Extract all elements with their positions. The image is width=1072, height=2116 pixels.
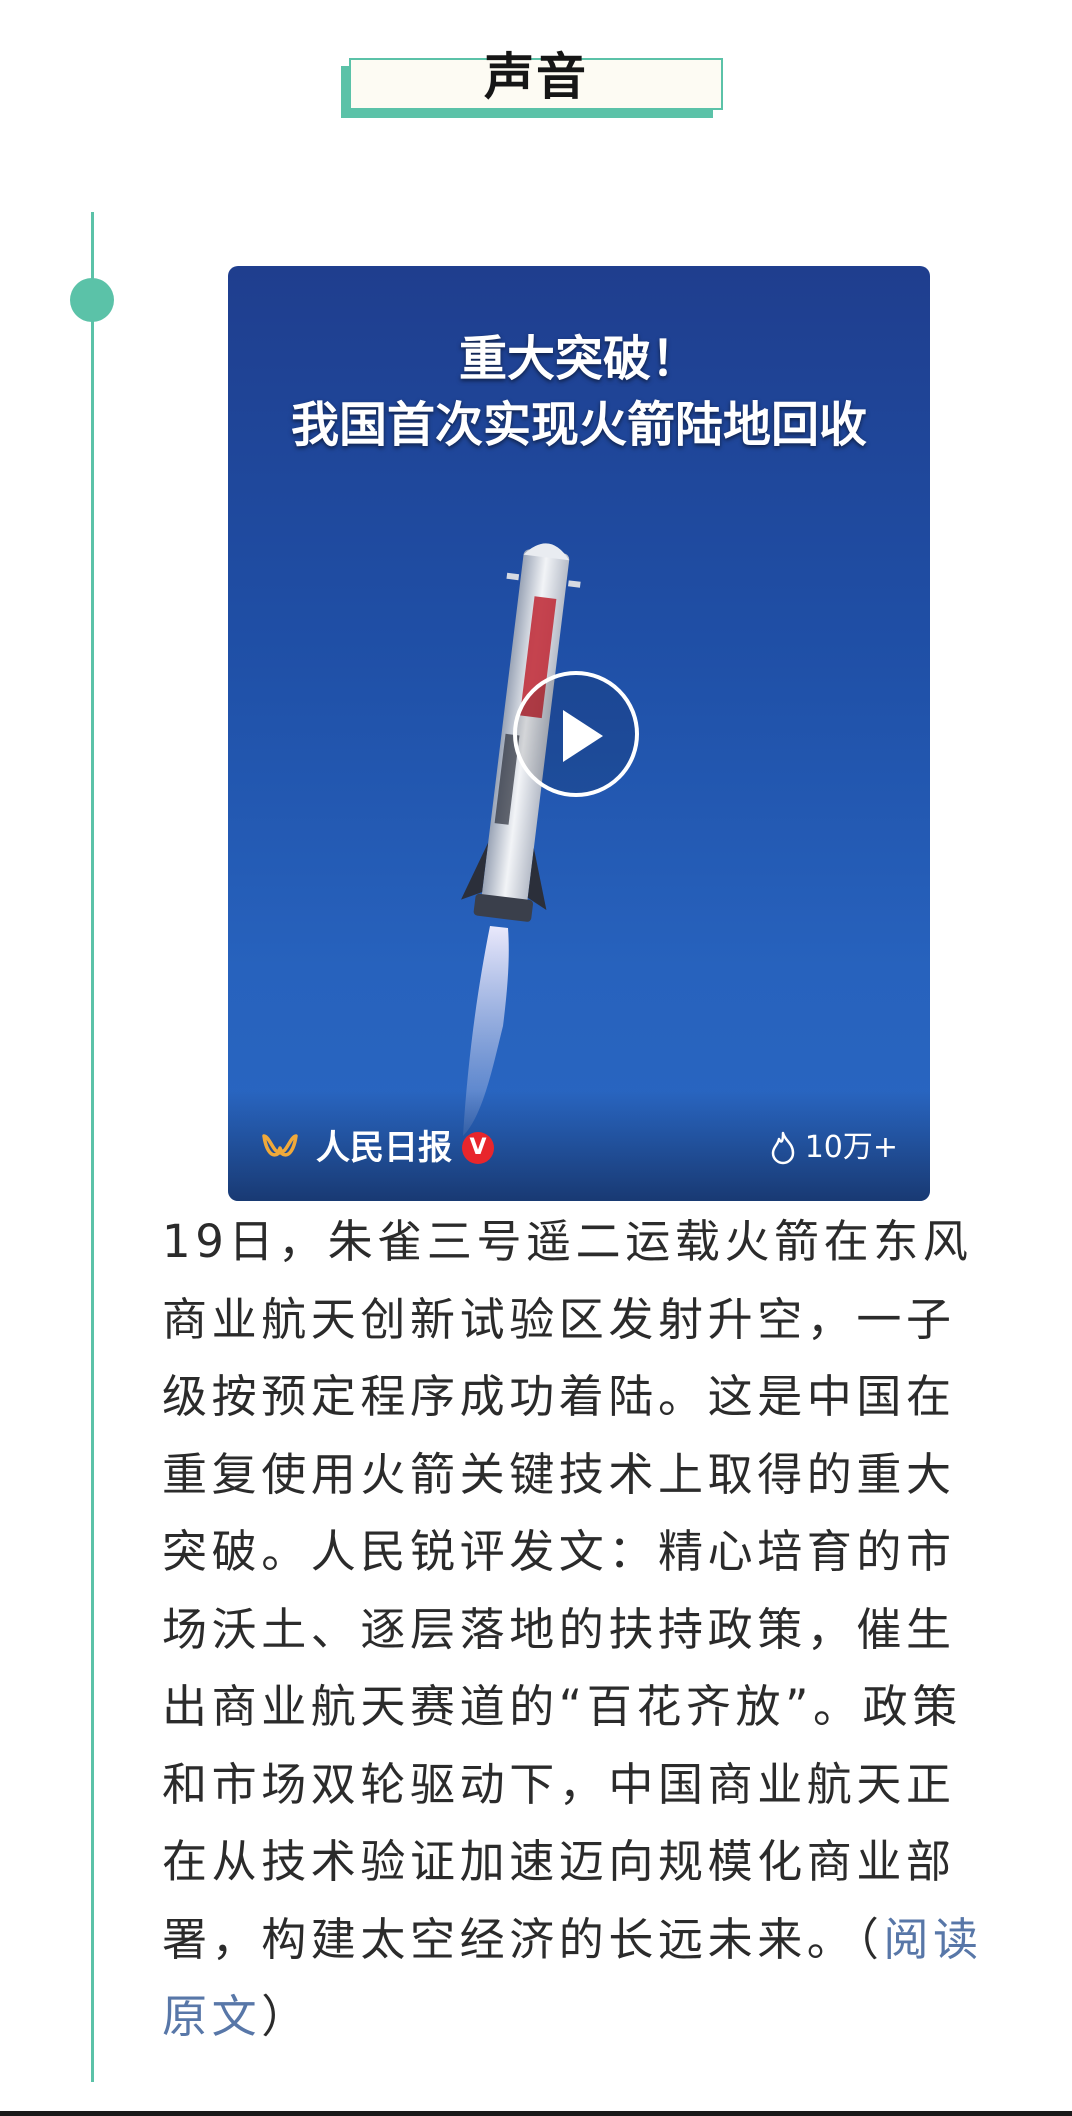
headline-line-2: 我国首次实现火箭陆地回收 xyxy=(290,397,867,453)
verified-badge-icon: V xyxy=(462,1132,494,1164)
source-name: 人民日报 xyxy=(316,1128,452,1168)
likes-count: 10万+ xyxy=(804,1130,898,1165)
play-button[interactable] xyxy=(513,671,639,797)
timeline-dot xyxy=(70,278,114,322)
renmin-logo-icon xyxy=(262,1134,298,1157)
timeline-line xyxy=(91,212,94,2082)
likes-counter: 10万+ xyxy=(769,1128,898,1168)
article-page: 声音 重大突破！ 我国首次实现火箭陆地回收 人民日报 V 10万+ 19日，朱雀… xyxy=(0,0,1072,2116)
bottom-divider xyxy=(0,2111,1072,2116)
article-closing: ） xyxy=(261,1990,311,2043)
play-icon xyxy=(563,710,603,762)
headline-line-1: 重大突破！ xyxy=(458,331,699,387)
fire-icon xyxy=(771,1131,794,1165)
article-text: 19日，朱雀三号遥二运载火箭在东风商业航天创新试验区发射升空，一子级按预定程序成… xyxy=(162,1215,973,1966)
video-source[interactable]: 人民日报 V xyxy=(260,1128,494,1168)
video-card[interactable]: 重大突破！ 我国首次实现火箭陆地回收 人民日报 V 10万+ xyxy=(228,266,930,1201)
article-body: 19日，朱雀三号遥二运载火箭在东风商业航天创新试验区发射升空，一子级按预定程序成… xyxy=(162,1203,1002,2056)
section-title-tag: 声音 xyxy=(341,48,727,122)
video-headline: 重大突破！ 我国首次实现火箭陆地回收 xyxy=(228,326,930,458)
section-title: 声音 xyxy=(484,48,588,106)
